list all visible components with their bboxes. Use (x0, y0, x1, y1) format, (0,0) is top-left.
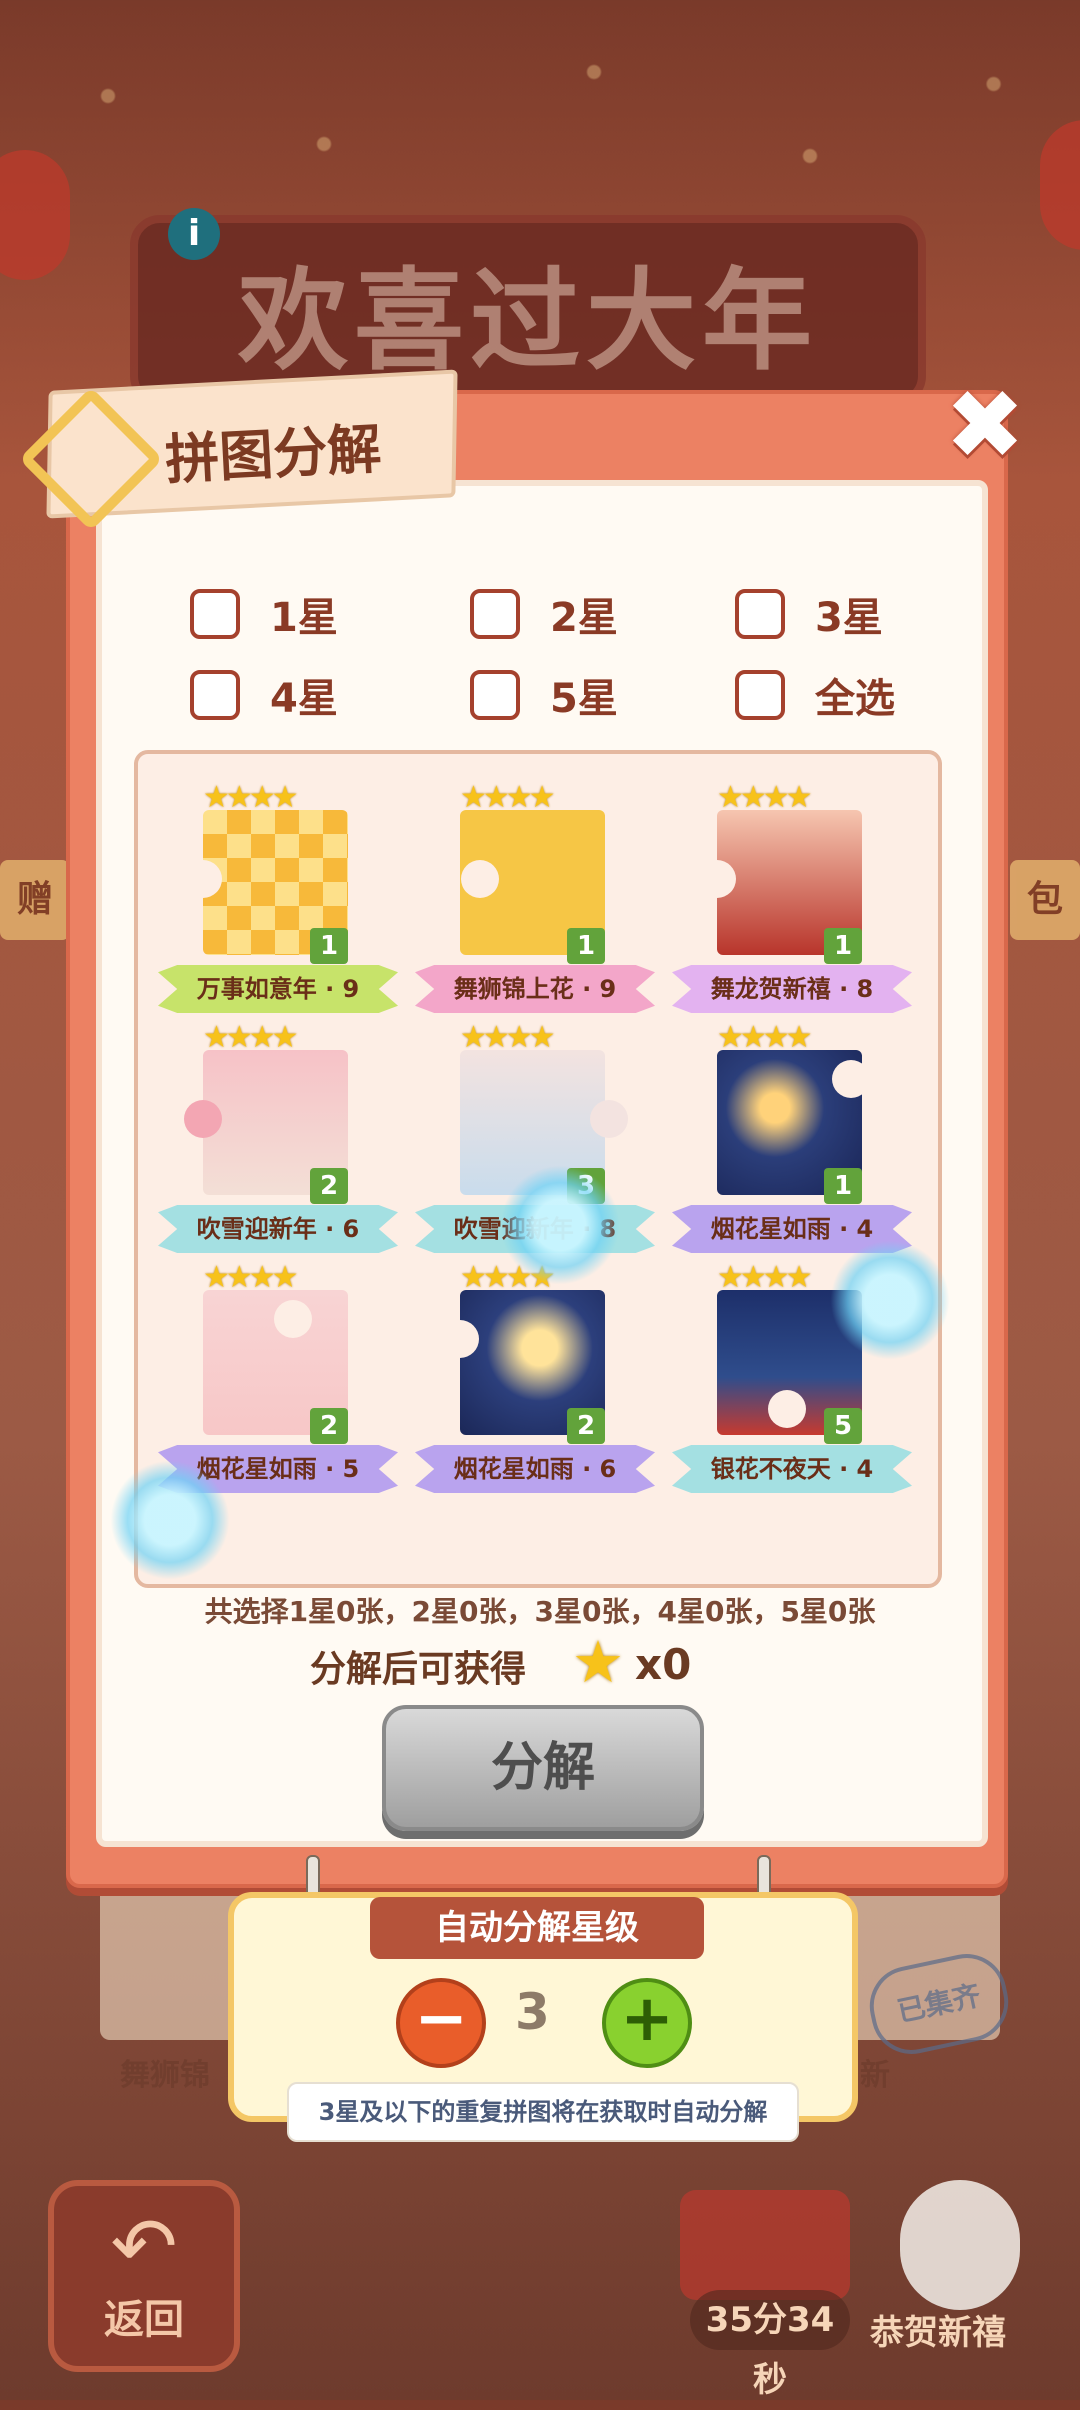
checkbox[interactable] (735, 670, 785, 720)
star-rating: ★★★★ (717, 1260, 813, 1295)
puzzle-knob (768, 1390, 806, 1428)
star-icon: ★ (572, 1628, 624, 1696)
card-name: 万事如意年 · 9 (158, 965, 398, 1013)
puzzle-card[interactable]: ★★★★ 2 吹雪迎新年 · 6 (158, 1020, 398, 1260)
dialog-title: 拼图分解 (163, 417, 383, 492)
card-count: 2 (310, 1168, 348, 1204)
lantern-left (0, 150, 70, 280)
event-timer: 35分34秒 (690, 2290, 850, 2400)
star-rating: ★★★★ (460, 780, 556, 815)
paw-sparkle-icon (500, 1165, 620, 1285)
filter-label: 3星 (815, 595, 883, 641)
increase-level-button[interactable]: + (602, 1978, 692, 2068)
filter-5star[interactable]: 5星 (470, 666, 618, 724)
close-icon[interactable]: ✖ (940, 377, 1030, 473)
filter-label: 5星 (550, 676, 618, 722)
checkbox[interactable] (470, 670, 520, 720)
checkbox[interactable] (470, 589, 520, 639)
checkbox[interactable] (190, 670, 240, 720)
star-rating: ★★★★ (203, 780, 299, 815)
gain-label: 分解后可获得 (310, 1649, 527, 1690)
puzzle-card[interactable]: ★★★★ 1 舞龙贺新禧 · 8 (672, 780, 912, 1020)
auto-decompose-note: 3星及以下的重复拼图将在获取时自动分解 (287, 2082, 799, 2142)
filter-3star[interactable]: 3星 (735, 585, 883, 643)
star-rating: ★★★★ (717, 780, 813, 815)
bottom-card-left-label: 舞狮锦 (120, 2058, 210, 2093)
decrease-level-button[interactable]: − (396, 1978, 486, 2068)
puzzle-knob (832, 1060, 870, 1098)
filter-label: 全选 (815, 676, 895, 722)
filter-4star[interactable]: 4星 (190, 666, 338, 724)
auto-level-value: 3 (515, 1983, 550, 2041)
puzzle-knob (274, 1300, 312, 1338)
puzzle-knob (590, 1100, 628, 1138)
event-label: 恭贺新禧 (870, 2313, 1006, 2353)
back-label: 返回 (104, 2297, 184, 2343)
event-title-text: 欢喜过大年 (238, 256, 818, 385)
mascot-icon[interactable] (900, 2180, 1020, 2310)
treasure-chest-icon[interactable] (680, 2190, 850, 2300)
paw-sparkle-icon (830, 1240, 950, 1360)
card-name: 银花不夜天 · 4 (672, 1445, 912, 1493)
filter-label: 2星 (550, 595, 618, 641)
filter-select-all[interactable]: 全选 (735, 666, 895, 724)
card-count: 2 (310, 1408, 348, 1444)
card-name: 舞狮锦上花 · 9 (415, 965, 655, 1013)
star-rating: ★★★★ (460, 1020, 556, 1055)
card-count: 1 (824, 1168, 862, 1204)
paw-sparkle-icon (110, 1460, 230, 1580)
auto-decompose-title: 自动分解星级 (370, 1897, 704, 1959)
card-count: 1 (567, 928, 605, 964)
puzzle-knob (461, 860, 499, 898)
back-arrow-icon: ↶ (110, 2200, 178, 2293)
side-tab-right[interactable]: 包 (1010, 860, 1080, 940)
decompose-button[interactable]: 分解 (382, 1705, 704, 1831)
puzzle-card[interactable]: ★★★★ 1 烟花星如雨 · 4 (672, 1020, 912, 1260)
event-title-banner: 欢喜过大年 (130, 215, 926, 406)
puzzle-knob (698, 860, 736, 898)
card-count: 1 (824, 928, 862, 964)
puzzle-knob (184, 860, 222, 898)
puzzle-card[interactable]: ★★★★ 1 舞狮锦上花 · 9 (415, 780, 655, 1020)
puzzle-knob (441, 1320, 479, 1358)
card-count: 5 (824, 1408, 862, 1444)
star-rating: ★★★★ (717, 1020, 813, 1055)
card-count: 2 (567, 1408, 605, 1444)
puzzle-card[interactable]: ★★★★ 2 烟花星如雨 · 6 (415, 1260, 655, 1500)
filter-2star[interactable]: 2星 (470, 585, 618, 643)
card-name: 烟花星如雨 · 6 (415, 1445, 655, 1493)
gain-value: x0 (635, 1640, 692, 1689)
side-tab-left[interactable]: 赠 (0, 860, 70, 940)
card-name: 吹雪迎新年 · 6 (158, 1205, 398, 1253)
puzzle-knob (184, 1100, 222, 1138)
bottom-card-right-label: 新 (860, 2058, 890, 2093)
filter-label: 1星 (270, 595, 338, 641)
filter-label: 4星 (270, 676, 338, 722)
filter-1star[interactable]: 1星 (190, 585, 338, 643)
star-rating: ★★★★ (203, 1260, 299, 1295)
puzzle-card[interactable]: ★★★★ 1 万事如意年 · 9 (158, 780, 398, 1020)
info-icon[interactable]: i (168, 208, 220, 260)
background-lights (0, 0, 1080, 240)
selection-summary: 共选择1星0张，2星0张，3星0张，4星0张，5星0张 (204, 1595, 876, 1628)
back-button[interactable]: ↶ 返回 (48, 2180, 240, 2372)
checkbox[interactable] (735, 589, 785, 639)
card-count: 1 (310, 928, 348, 964)
checkbox[interactable] (190, 589, 240, 639)
card-name: 舞龙贺新禧 · 8 (672, 965, 912, 1013)
star-rating: ★★★★ (203, 1020, 299, 1055)
